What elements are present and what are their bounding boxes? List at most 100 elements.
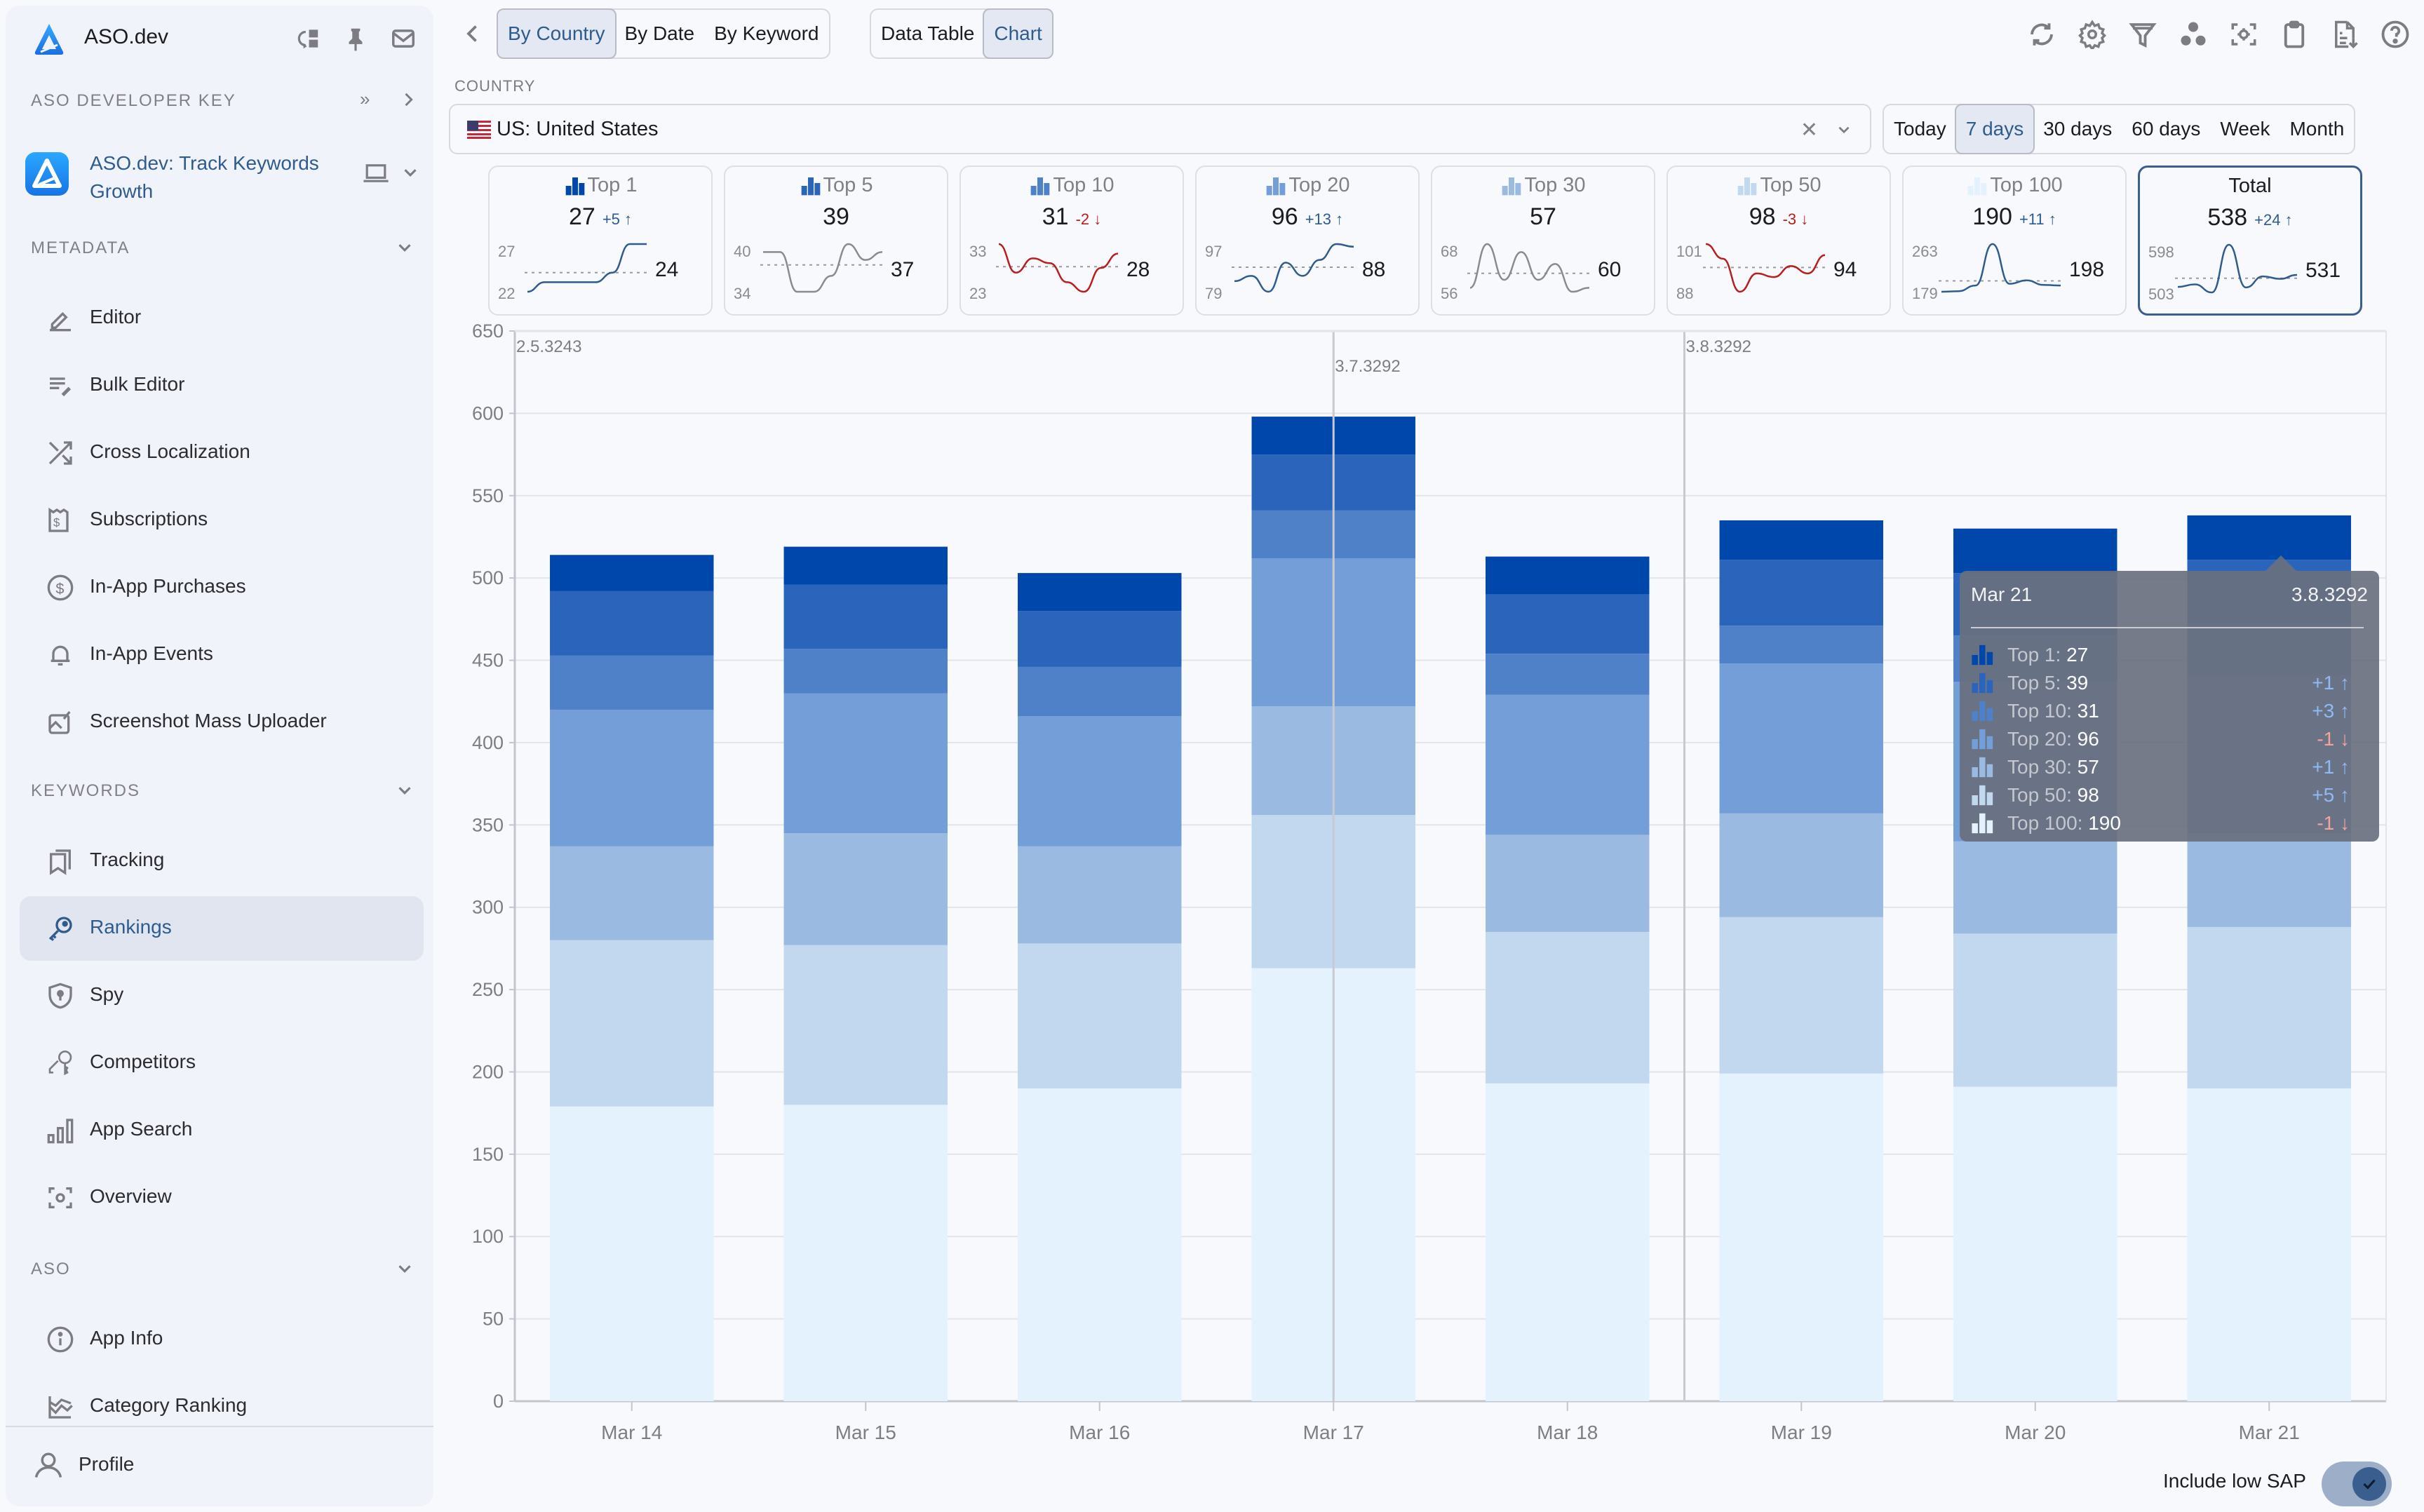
summary-card[interactable]: Top 30 57 68 56 60 [1431,166,1655,316]
bar-segment [550,940,714,1107]
summary-card[interactable]: Total 538 +24 ↑ 598 503 531 [2138,166,2362,316]
double-chevron-icon[interactable]: » [360,88,370,110]
include-low-sap-toggle[interactable] [2322,1462,2392,1506]
sidebar-item-competitors[interactable]: Competitors [20,1031,424,1095]
summary-card[interactable]: Top 20 96 +13 ↑ 97 79 88 [1195,166,1420,316]
summary-card[interactable]: Top 50 98 -3 ↓ 101 88 94 [1666,166,1891,316]
summary-card[interactable]: Top 10 31 -2 ↓ 33 23 28 [959,166,1184,316]
tab-data-table[interactable]: Data Table [871,10,984,58]
tooltip-row-name: Top 20: [2007,728,2078,750]
us-flag-icon [467,121,491,139]
bar-segment [550,555,714,591]
sidebar-item-editor[interactable]: Editor [20,286,424,351]
sidebar-item-category-ranking[interactable]: Category Ranking [20,1375,424,1424]
sidebar-item-overview[interactable]: Overview [20,1166,424,1230]
chevron-right-icon[interactable] [398,90,418,109]
sidebar-item-screenshot-mass-uploader[interactable]: Screenshot Mass Uploader [20,690,424,755]
range-30-days[interactable]: 30 days [2033,105,2122,153]
tooltip-row-delta: -1 ↓ [2317,728,2350,750]
app-selector[interactable]: ASO.dev: Track Keywords Growth [25,149,418,220]
help-icon[interactable] [2381,20,2410,49]
sidebar-item-rankings[interactable]: Rankings [20,896,424,961]
range-week[interactable]: Week [2210,105,2280,153]
bar-chart-icon [1972,729,1993,750]
bar-chart-icon [565,177,584,196]
range-month[interactable]: Month [2280,105,2354,153]
switch-layout-icon[interactable] [295,25,321,52]
country-select[interactable]: US: United States ✕ [449,104,1871,154]
chart-tooltip: Mar 21 3.8.3292 Top 1: 27 Top 5: 39 +1 ↑ To… [1960,555,2379,842]
tab-by-country[interactable]: By Country [497,8,617,59]
subscription-receipt-icon: $ [48,507,69,532]
sparkline-path [998,243,1119,293]
summary-card[interactable]: Top 1 27 +5 ↑ 27 22 24 [488,166,713,316]
sidebar-item-in-app-purchases[interactable]: $ In-App Purchases [20,555,424,620]
range-today[interactable]: Today [1884,105,1956,153]
clear-icon[interactable]: ✕ [1800,118,1818,142]
card-max: 97 [1205,243,1223,260]
section-metadata-chevron-icon[interactable] [394,237,415,258]
bar-segment [1953,1086,2117,1401]
shuffle-icon [48,441,72,465]
filter-icon[interactable] [2128,20,2157,49]
card-title-text: Top 10 [1053,174,1115,196]
tooltip-row-value: 27 [2066,644,2089,666]
range-60-days[interactable]: 60 days [2122,105,2210,153]
date-range-tabs: Today 7 days 30 days 60 days Week Month [1883,104,2356,154]
bookmarks-icon [50,849,71,875]
pin-icon[interactable] [342,25,369,52]
x-tick-label: Mar 16 [1069,1422,1130,1443]
tooltip-row-delta: +1 ↑ [2312,756,2350,778]
section-keywords-chevron-icon[interactable] [394,780,415,801]
sidebar-item-profile[interactable]: Profile [20,1443,412,1492]
sidebar-item-label: Bulk Editor [90,373,185,395]
profile-label: Profile [79,1453,135,1475]
chevron-down-icon[interactable] [1835,121,1853,139]
sidebar-item-in-app-events[interactable]: In-App Events [20,623,424,687]
sidebar-item-tracking[interactable]: Tracking [20,829,424,893]
bar-segment [1953,528,2117,574]
summary-card[interactable]: Top 100 190 +11 ↑ 263 179 198 [1902,166,2127,316]
bar-chart-icon [1972,757,1993,778]
sidebar-header: ASO.dev [6,6,433,69]
back-chevron-icon[interactable] [460,21,485,46]
x-tick-label: Mar 15 [835,1422,896,1443]
bar-chart-icon [1502,177,1521,196]
card-value: 57 [1530,203,1556,230]
sidebar-item-bulk-editor[interactable]: Bulk Editor [20,353,424,418]
sidebar-item-cross-localization[interactable]: Cross Localization [20,421,424,485]
settings-icon[interactable] [2078,20,2107,49]
sidebar-item-subscriptions[interactable]: $ Subscriptions [20,488,424,553]
mail-icon[interactable] [390,25,417,52]
bar-chart-icon [1972,813,1993,834]
x-tick-label: Mar 17 [1303,1422,1364,1443]
section-aso-chevron-icon[interactable] [394,1258,415,1279]
range-7-days[interactable]: 7 days [1954,104,2035,154]
tab-chart[interactable]: Chart [983,8,1053,59]
summary-card[interactable]: Top 5 39 40 34 37 [724,166,948,316]
bar-segment [783,546,948,585]
card-value: 96 [1271,203,1298,230]
developer-key-label: ASO DEVELOPER KEY [31,91,236,110]
chevron-down-icon[interactable] [400,162,421,183]
brand-title: ASO.dev [84,25,169,48]
cluster-icon[interactable] [2179,20,2208,49]
version-annotation-label: 3.8.3292 [1686,337,1751,356]
tab-by-keyword[interactable]: By Keyword [704,10,828,58]
refresh-icon[interactable] [2027,20,2056,49]
focus-target-icon[interactable] [2229,20,2258,49]
tab-by-date[interactable]: By Date [615,10,705,58]
bar-chart-icon [1267,177,1286,196]
sidebar-item-app-search[interactable]: App Search [20,1098,424,1163]
card-title: Total [2140,175,2360,198]
bar-segment [1486,835,1650,932]
sidebar-item-spy[interactable]: Spy [20,964,424,1028]
bar-segment [1486,556,1650,595]
clipboard-icon[interactable] [2280,20,2309,49]
tooltip-row-value: 96 [2077,728,2099,750]
sidebar-item-label: Overview [90,1185,172,1207]
export-file-icon[interactable] [2330,20,2359,49]
tooltip-row-label: Top 100: 190 [2007,812,2121,835]
tooltip-row-label: Top 20: 96 [2007,728,2099,750]
sidebar-item-app-info[interactable]: App Info [20,1307,424,1372]
